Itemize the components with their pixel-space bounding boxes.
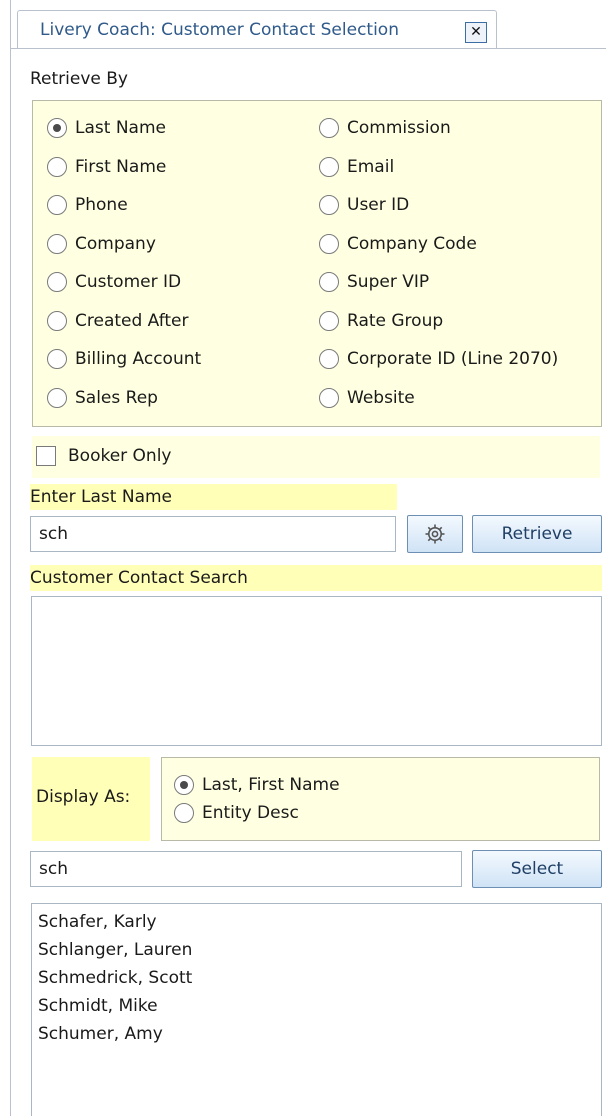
radio-website[interactable] bbox=[319, 387, 339, 408]
retrieve-option-label: Commission bbox=[347, 118, 451, 138]
retrieve-option-company-code[interactable]: Company Code bbox=[319, 231, 477, 257]
retrieve-option-commission[interactable]: Commission bbox=[319, 115, 451, 141]
list-item[interactable]: Schafer, Karly bbox=[32, 908, 601, 936]
retrieve-option-label: Corporate ID (Line 2070) bbox=[347, 349, 559, 369]
radio-phone[interactable] bbox=[47, 195, 67, 215]
retrieve-option-label: First Name bbox=[75, 156, 167, 177]
select-button[interactable]: Select bbox=[472, 850, 602, 888]
retrieve-option-website[interactable]: Website bbox=[319, 385, 415, 411]
retrieve-option-billing-account[interactable]: Billing Account bbox=[47, 346, 201, 372]
tab-customer-contact-selection[interactable]: Livery Coach: Customer Contact Selection… bbox=[17, 10, 497, 49]
list-item[interactable]: Schumer, Amy bbox=[32, 1020, 601, 1048]
retrieve-option-rate-group[interactable]: Rate Group bbox=[319, 308, 443, 334]
retrieve-option-label: Billing Account bbox=[75, 349, 202, 369]
retrieve-option-label: Customer ID bbox=[75, 272, 182, 292]
retrieve-option-user-id[interactable]: User ID bbox=[319, 192, 409, 218]
retrieve-option-created-after[interactable]: Created After bbox=[47, 308, 189, 334]
retrieve-button[interactable]: Retrieve bbox=[472, 515, 602, 553]
radio-corporate-id-line-2070[interactable] bbox=[319, 349, 339, 369]
customer-contact-search-list[interactable] bbox=[31, 596, 602, 746]
retrieve-option-sales-rep[interactable]: Sales Rep bbox=[47, 385, 158, 411]
display-option-last-first[interactable]: Last, First Name bbox=[174, 772, 340, 798]
retrieve-option-customer-id[interactable]: Customer ID bbox=[47, 269, 181, 295]
booker-only-checkbox[interactable] bbox=[36, 446, 56, 466]
retrieve-option-label: Company bbox=[75, 233, 156, 254]
tab-underline bbox=[11, 48, 606, 49]
booker-only-label: Booker Only bbox=[68, 446, 172, 466]
enter-last-name-text: Enter Last Name bbox=[30, 487, 173, 507]
tab-title: Livery Coach: Customer Contact Selection bbox=[40, 20, 399, 40]
radio-created-after[interactable] bbox=[47, 310, 67, 331]
retrieve-option-label: Email bbox=[347, 156, 395, 177]
customer-contact-search-text: Customer Contact Search bbox=[30, 568, 248, 588]
radio-user-id[interactable] bbox=[319, 195, 339, 215]
radio-display-entity-desc[interactable] bbox=[174, 803, 194, 823]
radio-display-last-first[interactable] bbox=[174, 775, 194, 795]
retrieve-option-label: Sales Rep bbox=[75, 387, 158, 408]
close-icon[interactable]: ✕ bbox=[465, 22, 487, 43]
radio-email[interactable] bbox=[319, 156, 339, 177]
retrieve-option-label: Website bbox=[347, 387, 415, 408]
list-item[interactable]: Schmidt, Mike bbox=[32, 992, 601, 1020]
display-as-label: Display As: bbox=[36, 787, 131, 807]
radio-last-name[interactable] bbox=[47, 118, 67, 138]
retrieve-option-corporate-id-line-2070[interactable]: Corporate ID (Line 2070) bbox=[319, 346, 558, 372]
retrieve-option-label: User ID bbox=[347, 195, 410, 215]
retrieve-by-group: Last Name First Name Phone Company Customer … bbox=[32, 100, 602, 427]
retrieve-option-super-vip[interactable]: Super VIP bbox=[319, 269, 429, 295]
retrieve-option-company[interactable]: Company bbox=[47, 231, 156, 257]
radio-customer-id[interactable] bbox=[47, 272, 67, 292]
list-item[interactable]: Schlanger, Lauren bbox=[32, 936, 601, 964]
filter-input[interactable]: sch bbox=[30, 851, 462, 887]
enter-last-name-label: Enter Last Name bbox=[30, 484, 397, 510]
display-option-entity-desc[interactable]: Entity Desc bbox=[174, 800, 299, 826]
list-item[interactable]: Schmedrick, Scott bbox=[32, 964, 601, 992]
retrieve-option-label: Created After bbox=[75, 310, 189, 331]
results-list[interactable]: Schafer, Karly Schlanger, Lauren Schmedric… bbox=[31, 903, 602, 1116]
gear-icon bbox=[425, 524, 445, 544]
display-as-group: Last, First Name Entity Desc bbox=[161, 757, 600, 841]
retrieve-option-label: Company Code bbox=[347, 233, 477, 254]
retrieve-option-email[interactable]: Email bbox=[319, 154, 394, 180]
radio-commission[interactable] bbox=[319, 118, 339, 138]
radio-super-vip[interactable] bbox=[319, 272, 339, 292]
retrieve-option-phone[interactable]: Phone bbox=[47, 192, 128, 218]
radio-sales-rep[interactable] bbox=[47, 387, 67, 408]
display-option-label: Last, First Name bbox=[202, 775, 340, 795]
display-option-label: Entity Desc bbox=[202, 803, 299, 823]
customer-contact-search-label: Customer Contact Search bbox=[30, 565, 602, 591]
display-as-label-box: Display As: bbox=[32, 757, 150, 841]
retrieve-option-first-name[interactable]: First Name bbox=[47, 154, 166, 180]
radio-company-code[interactable] bbox=[319, 233, 339, 254]
retrieve-option-label: Phone bbox=[75, 195, 128, 215]
settings-button[interactable] bbox=[407, 515, 463, 553]
retrieve-option-label: Last Name bbox=[75, 118, 166, 138]
radio-company[interactable] bbox=[47, 233, 67, 254]
retrieve-by-label: Retrieve By bbox=[30, 69, 128, 89]
radio-first-name[interactable] bbox=[47, 156, 67, 177]
last-name-input[interactable]: sch bbox=[30, 516, 396, 552]
retrieve-option-label: Super VIP bbox=[347, 272, 430, 292]
radio-billing-account[interactable] bbox=[47, 349, 67, 369]
booker-only-row: Booker Only bbox=[32, 436, 600, 478]
retrieve-option-label: Rate Group bbox=[347, 310, 444, 331]
radio-rate-group[interactable] bbox=[319, 310, 339, 331]
retrieve-option-last-name[interactable]: Last Name bbox=[47, 115, 166, 141]
